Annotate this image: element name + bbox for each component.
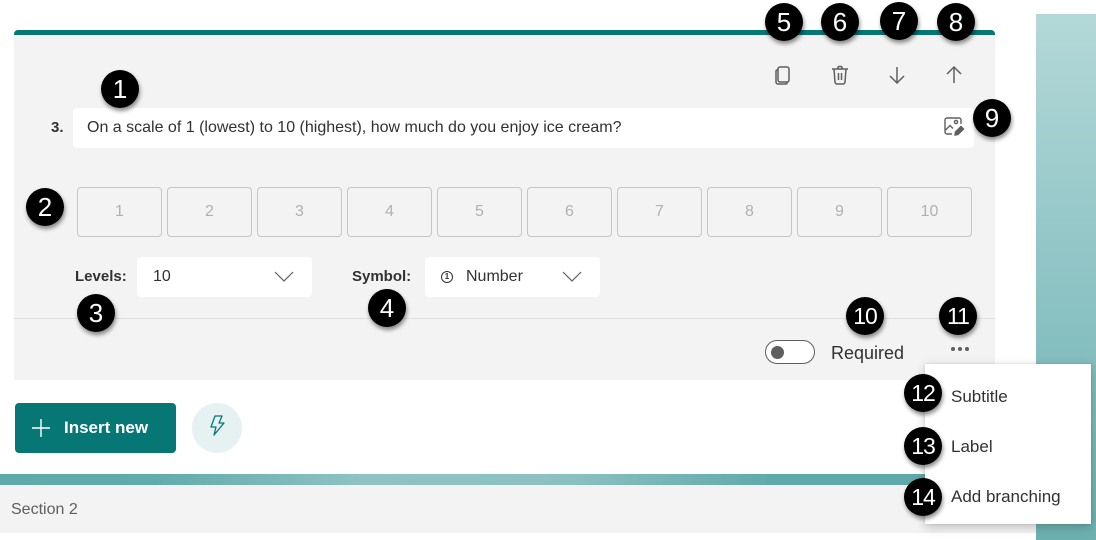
move-up-button[interactable] [942, 65, 966, 89]
chevron-down-icon [274, 270, 294, 284]
form-editor: 3. On a scale of 1 (lowest) to 10 (highe… [0, 0, 1096, 540]
rating-option[interactable]: 3 [257, 187, 342, 237]
rating-option[interactable]: 6 [527, 187, 612, 237]
more-options-menu: Subtitle Label Add branching [925, 364, 1091, 524]
required-label: Required [831, 343, 905, 363]
question-number: 3. [51, 119, 64, 136]
annotation-badge: 14 [904, 478, 942, 516]
insert-new-label: Insert new [64, 418, 149, 437]
annotation-badge: 3 [77, 294, 115, 332]
annotation-badge: 5 [765, 3, 803, 41]
levels-value: 10 [153, 268, 171, 285]
lightning-icon [208, 414, 226, 442]
image-edit-icon [943, 115, 965, 142]
copy-question-button[interactable] [771, 65, 795, 89]
menu-item-subtitle[interactable]: Subtitle [951, 387, 1008, 407]
rating-option[interactable]: 9 [797, 187, 882, 237]
levels-dropdown[interactable]: 10 [137, 257, 312, 297]
quick-insert-button[interactable] [192, 403, 242, 453]
section-2-header[interactable]: Section 2 [0, 485, 1036, 533]
annotation-badge: 2 [26, 188, 64, 226]
rating-option[interactable]: 5 [437, 187, 522, 237]
question-card[interactable]: 3. On a scale of 1 (lowest) to 10 (highe… [14, 30, 995, 380]
levels-label: Levels: [75, 268, 127, 285]
rating-scale: 1 2 3 4 5 6 7 8 9 10 [77, 187, 972, 237]
symbol-label: Symbol: [352, 268, 412, 285]
section-title: Section 2 [11, 501, 78, 518]
annotation-badge: 9 [973, 99, 1011, 137]
more-dot [965, 347, 969, 351]
annotation-badge: 13 [904, 427, 942, 465]
arrow-up-icon [943, 64, 965, 91]
chevron-down-icon [562, 270, 582, 284]
question-title-input[interactable]: On a scale of 1 (lowest) to 10 (highest)… [73, 108, 974, 148]
arrow-down-icon [886, 64, 908, 91]
required-toggle[interactable] [765, 340, 815, 364]
more-dot [958, 347, 962, 351]
annotation-badge: 12 [904, 374, 942, 412]
annotation-badge: 7 [880, 2, 918, 40]
toggle-knob [771, 346, 784, 359]
symbol-value: Number [466, 268, 523, 285]
trash-icon [829, 64, 851, 91]
move-down-button[interactable] [885, 65, 909, 89]
menu-item-label[interactable]: Label [951, 437, 993, 457]
rating-option[interactable]: 7 [617, 187, 702, 237]
annotation-badge: 10 [846, 297, 884, 335]
rating-option[interactable]: 2 [167, 187, 252, 237]
insert-new-button[interactable]: Insert new [15, 403, 176, 453]
symbol-dropdown[interactable]: 1 Number [425, 257, 600, 297]
annotation-badge: 6 [821, 3, 859, 41]
annotation-badge: 1 [101, 70, 139, 108]
question-toolbar [14, 65, 995, 85]
annotation-badge: 8 [937, 3, 975, 41]
menu-item-add-branching[interactable]: Add branching [951, 487, 1061, 507]
rating-option[interactable]: 1 [77, 187, 162, 237]
annotation-badge: 4 [368, 289, 406, 327]
rating-option[interactable]: 8 [707, 187, 792, 237]
number-symbol-icon: 1 [441, 271, 453, 283]
annotation-badge: 11 [939, 297, 977, 335]
insert-media-button[interactable] [942, 116, 966, 140]
rating-option[interactable]: 4 [347, 187, 432, 237]
delete-question-button[interactable] [828, 65, 852, 89]
more-options-icon [951, 347, 955, 351]
rating-option[interactable]: 10 [887, 187, 972, 237]
plus-icon [31, 418, 51, 438]
section-divider-band [0, 474, 1036, 485]
copy-icon [772, 64, 794, 91]
more-options-button[interactable] [946, 337, 974, 361]
